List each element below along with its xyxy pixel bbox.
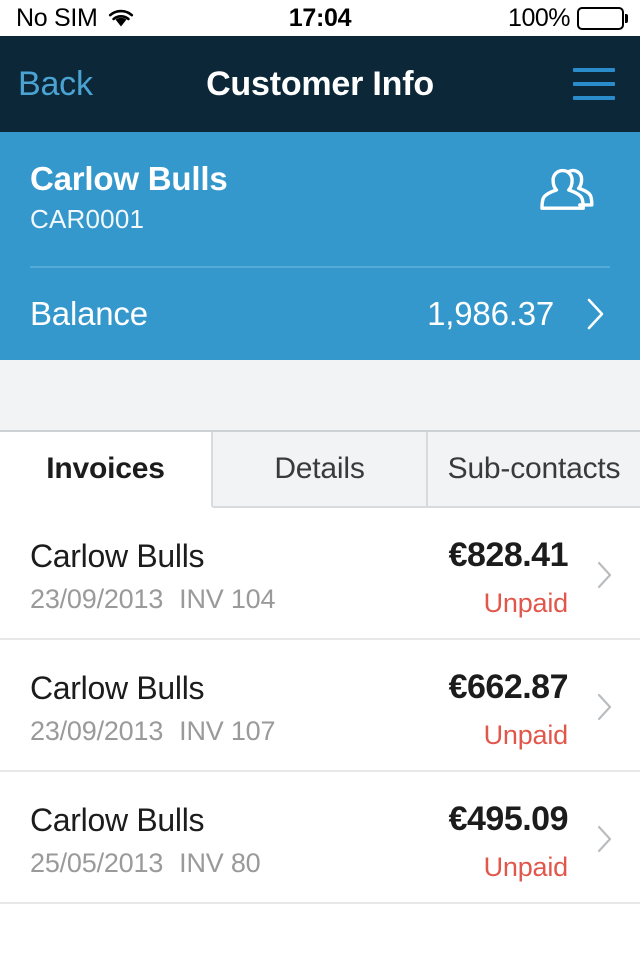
invoice-date: 25/05/2013 [30, 848, 164, 878]
invoice-customer-name: Carlow Bulls [30, 802, 205, 838]
customer-header: Carlow Bulls CAR0001 [0, 132, 640, 266]
status-badge: Unpaid [483, 852, 569, 882]
invoice-meta: 25/05/2013 INV 80 [30, 848, 261, 879]
invoice-date: 23/09/2013 [30, 716, 164, 746]
invoice-amount: €662.87 [448, 668, 569, 706]
balance-value: 1,986.37 [427, 295, 554, 332]
table-row[interactable]: Carlow Bulls 25/05/2013 INV 80 €495.09 U… [0, 772, 640, 904]
invoice-amount: €495.09 [448, 800, 569, 838]
invoice-number: INV 80 [179, 848, 261, 878]
table-row[interactable]: Carlow Bulls 23/09/2013 INV 107 €662.87 … [0, 640, 640, 772]
section-gap [0, 360, 640, 432]
invoice-customer-name: Carlow Bulls [30, 670, 205, 706]
chevron-right-icon [586, 268, 606, 360]
status-bar: No SIM 17:04 100% [0, 0, 640, 36]
tab-bar: Invoices Details Sub-contacts [0, 432, 640, 508]
tab-sub-contacts[interactable]: Sub-contacts [428, 432, 640, 508]
status-badge: Unpaid [483, 720, 569, 750]
balance-label: Balance [30, 295, 148, 332]
status-badge: Unpaid [483, 588, 569, 618]
table-row[interactable]: Carlow Bulls 23/09/2013 INV 104 €828.41 … [0, 508, 640, 640]
invoice-meta: 23/09/2013 INV 104 [30, 584, 276, 615]
tab-details[interactable]: Details [213, 432, 428, 508]
navigation-bar: Back Customer Info [0, 36, 640, 132]
invoice-date: 23/09/2013 [30, 584, 164, 614]
invoice-number: INV 104 [179, 584, 276, 614]
customer-code: CAR0001 [30, 204, 145, 234]
battery-full-icon [577, 6, 628, 30]
hamburger-menu-icon[interactable] [564, 36, 624, 132]
invoice-list: Carlow Bulls 23/09/2013 INV 104 €828.41 … [0, 508, 640, 904]
balance-row[interactable]: Balance 1,986.37 [0, 268, 640, 360]
invoice-meta: 23/09/2013 INV 107 [30, 716, 276, 747]
invoice-amount: €828.41 [448, 536, 569, 574]
customer-name: Carlow Bulls [30, 160, 228, 197]
customer-summary-panel: Carlow Bulls CAR0001 Balance 1,986.37 [0, 132, 640, 360]
tab-invoices[interactable]: Invoices [0, 432, 213, 508]
battery-percent-label: 100% [508, 3, 570, 32]
chevron-right-icon [596, 560, 614, 595]
page-title: Customer Info [206, 64, 434, 103]
customer-info-screen: No SIM 17:04 100% Back Customer Info Car… [0, 0, 640, 960]
invoice-number: INV 107 [179, 716, 276, 746]
chevron-right-icon [596, 824, 614, 859]
chevron-right-icon [596, 692, 614, 727]
invoice-customer-name: Carlow Bulls [30, 538, 205, 574]
status-bar-right: 100% [508, 0, 628, 36]
clock-label: 17:04 [288, 3, 352, 32]
people-icon [538, 164, 604, 223]
